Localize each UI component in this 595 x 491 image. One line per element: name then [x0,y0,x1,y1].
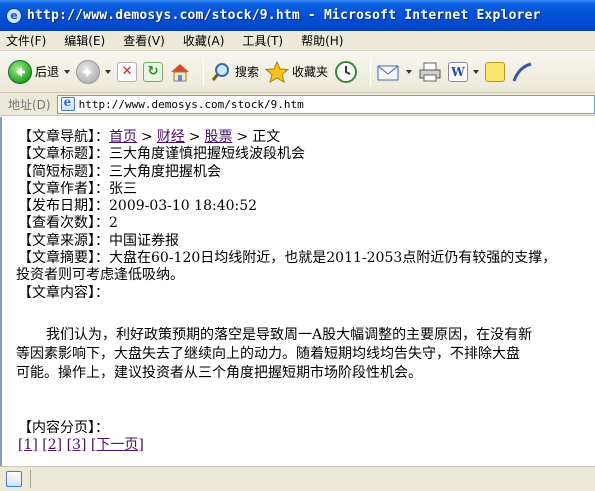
page-link-2[interactable]: [2] [42,437,62,453]
messenger-icon [512,62,532,82]
chevron-right-icon: > [188,129,201,145]
menu-tools[interactable]: 工具(T) [242,32,283,49]
search-button[interactable]: 搜索 [210,61,259,83]
nav-row: 【文章导航】：首页 > 财经 > 股票 > 正文 [18,129,595,146]
forward-dropdown-icon[interactable] [105,69,112,74]
status-panel [30,470,595,488]
menu-favorites[interactable]: 收藏(A) [183,32,225,49]
edit-button[interactable]: W [448,61,480,82]
summary-text-1: 大盘在60-120日均线附近，也就是2011-2053点附近仍有较强的支撑， [109,250,557,267]
views-label: 【查看次数】： [18,215,109,232]
author-label: 【文章作者】： [18,180,109,197]
page-icon [60,95,75,111]
edit-dropdown-icon[interactable] [473,69,480,74]
menu-file[interactable]: 文件(F) [6,32,46,49]
source: 中国证券报 [109,232,179,249]
content-label-row: 【文章内容】： [18,285,595,302]
chevron-right-icon: > [141,129,153,145]
page-content[interactable]: 【文章导航】：首页 > 财经 > 股票 > 正文 【文章标题】：三大角度谨慎把握短线波段机会… [0,117,595,466]
content-paragraph-line-1: 我们认为，利好政策预期的落空是导致周一A股大幅调整的主要原因，在没有新 [18,326,533,343]
title-bar: e http://www.demosys.com/stock/9.htm - M… [0,0,595,31]
discuss-button[interactable] [485,61,506,82]
views-row: 【查看次数】：2 [18,215,595,232]
stop-button[interactable]: ✕ [117,61,138,82]
back-button[interactable]: 后退 [8,59,71,84]
short-title: 三大角度把握机会 [109,163,221,180]
date-row: 【发布日期】：2009-03-10 18:40:52 [18,198,595,215]
favorites-button[interactable]: 收藏夹 [265,60,329,83]
nav-stock-link[interactable]: 股票 [204,129,232,145]
publish-date: 2009-03-10 18:40:52 [109,198,258,215]
content-paragraph-line-2: 等因素影响下，大盘失去了继续向上的动力。随着短期均线均告失守，不排除大盘 [16,345,520,362]
back-label: 后退 [35,65,60,79]
toolbar-separator-2 [370,57,372,86]
history-button[interactable] [334,60,358,84]
nav-finance-link[interactable]: 财经 [157,129,185,145]
pager-row: [1] [2] [3] [下一页] [18,437,595,454]
view-count: 2 [109,215,118,232]
ie-icon: e [6,7,22,24]
refresh-icon: ↻ [143,61,164,82]
address-bar: 地址(D) http://www.demosys.com/stock/9.htm [0,93,595,116]
menu-edit[interactable]: 编辑(E) [64,32,105,49]
home-icon [171,63,190,81]
next-page-link[interactable]: [下一页] [91,437,144,453]
status-bar [0,466,595,491]
address-input[interactable]: http://www.demosys.com/stock/9.htm [56,94,595,114]
stop-icon: ✕ [117,61,138,82]
mail-dropdown-icon[interactable] [406,69,413,74]
search-label: 搜索 [235,65,260,79]
back-arrow-icon [8,59,32,84]
favorites-star-icon [265,60,290,83]
page-link-3[interactable]: [3] [67,437,87,453]
content-paragraph-line-3: 可能。操作上，建议投资者从三个角度把握短期市场阶段性机会。 [16,364,422,381]
date-label: 【发布日期】： [18,198,109,215]
menu-view[interactable]: 查看(V) [123,32,165,49]
forward-button[interactable] [76,59,112,84]
word-icon: W [448,61,469,82]
article-title: 三大角度谨慎把握短线波段机会 [109,146,305,163]
source-row: 【文章来源】：中国证券报 [18,233,595,250]
content-label: 【文章内容】： [18,284,109,301]
author: 张三 [109,180,137,197]
back-dropdown-icon[interactable] [64,69,71,74]
mail-icon [377,65,399,80]
refresh-button[interactable]: ↻ [143,61,164,82]
note-icon [485,61,506,82]
nav-current: 正文 [252,129,281,145]
author-row: 【文章作者】：张三 [18,181,595,198]
printer-icon [419,62,441,81]
favorites-label: 收藏夹 [292,65,329,79]
short-title-row: 【简短标题】：三大角度把握机会 [18,164,595,181]
home-button[interactable] [169,62,191,82]
forward-arrow-icon [76,59,101,84]
messenger-button[interactable] [511,61,533,83]
title-row: 【文章标题】：三大角度谨慎把握短线波段机会 [18,146,595,163]
summary-label: 【文章摘要】： [18,250,109,267]
page-link-1[interactable]: [1] [18,437,38,453]
pager-label: 【内容分页】： [18,419,109,436]
title-label: 【文章标题】： [18,146,109,163]
mail-button[interactable] [377,62,413,82]
search-icon [211,62,230,81]
toolbar-separator [203,57,205,86]
history-icon [335,60,358,83]
toolbar: 后退 ✕ ↻ 搜索 收藏夹 W [0,51,595,93]
address-url[interactable]: http://www.demosys.com/stock/9.htm [79,98,304,111]
window-title: http://www.demosys.com/stock/9.htm - Mic… [27,8,541,23]
menu-bar: 文件(F) 编辑(E) 查看(V) 收藏(A) 工具(T) 帮助(H) [0,31,595,51]
chevron-right-icon: > [236,129,249,145]
menu-help[interactable]: 帮助(H) [301,32,343,49]
summary-row-2: 投资者则可考虑逢低吸纳。 [16,267,595,284]
address-label: 地址(D) [8,97,51,112]
page-status-icon [6,471,22,487]
short-title-label: 【简短标题】： [18,163,109,180]
nav-label: 【文章导航】： [18,129,109,145]
summary-text-2: 投资者则可考虑逢低吸纳。 [16,267,184,284]
nav-home-link[interactable]: 首页 [109,129,137,145]
source-label: 【文章来源】： [18,232,109,249]
pager-label-row: 【内容分页】： [18,420,595,437]
summary-row: 【文章摘要】：大盘在60-120日均线附近，也就是2011-2053点附近仍有较… [18,250,595,267]
print-button[interactable] [418,61,442,83]
